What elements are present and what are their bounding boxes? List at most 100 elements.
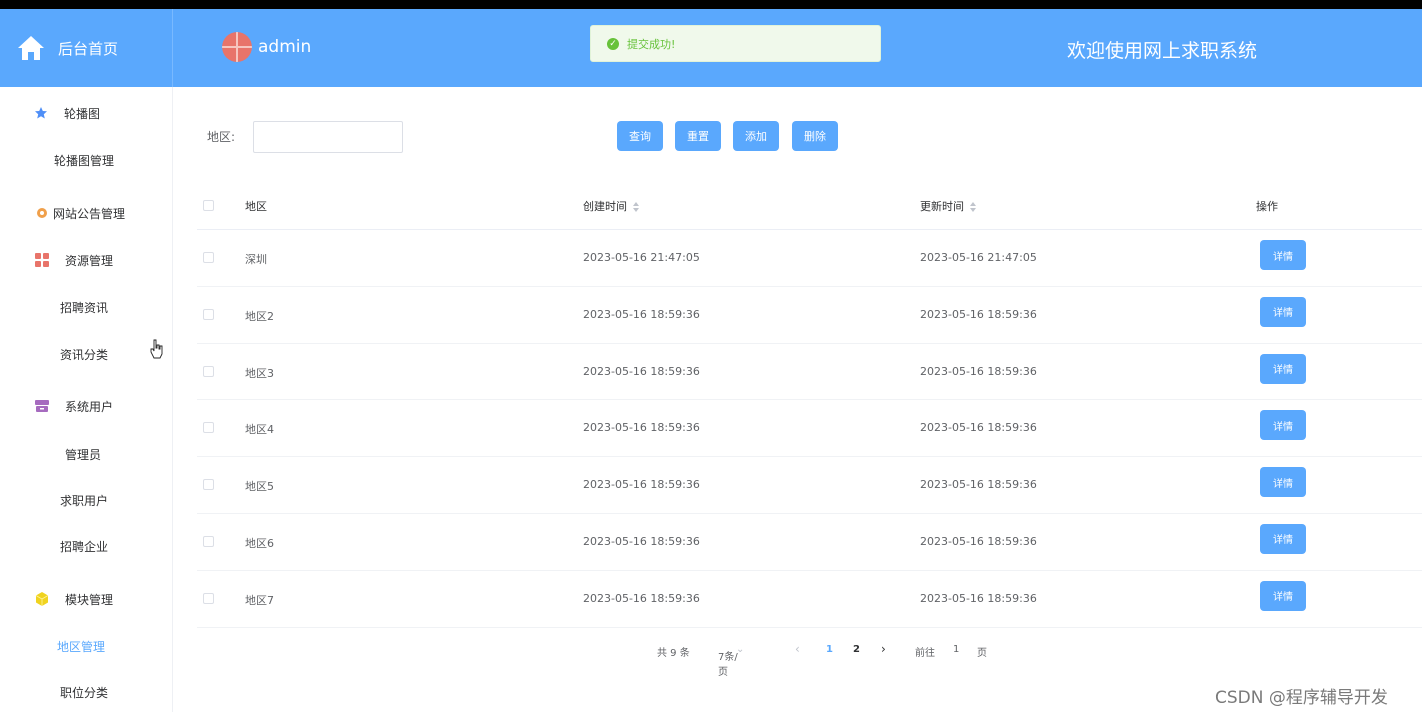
page-1[interactable]: 1 <box>826 644 833 655</box>
select-all-checkbox[interactable] <box>203 200 214 211</box>
row-checkbox[interactable] <box>203 422 214 434</box>
sidebar-item-label: 系统用户 <box>65 399 114 414</box>
cell-updated: 2023-05-16 18:59:36 <box>920 534 1037 548</box>
sidebar: 轮播图 轮播图管理 网站公告管理 资源管理 招聘资讯 资讯分类 系统用户 管理员… <box>0 87 173 712</box>
column-actions: 操作 <box>1256 200 1278 213</box>
goto-suffix: 页 <box>977 648 987 659</box>
add-button[interactable]: 添加 <box>733 121 779 151</box>
cell-region: 地区6 <box>245 536 274 550</box>
row-checkbox[interactable] <box>203 479 214 491</box>
row-checkbox[interactable] <box>203 308 214 320</box>
sort-icon[interactable] <box>970 202 976 212</box>
cell-created: 2023-05-16 18:59:36 <box>583 534 700 548</box>
cell-updated: 2023-05-16 18:59:36 <box>920 591 1037 605</box>
table-row: 地区3 2023-05-16 18:59:36 2023-05-16 18:59:3… <box>197 344 1422 401</box>
sidebar-item-carousel-manage[interactable]: 轮播图管理 <box>0 140 172 180</box>
region-filter-input[interactable] <box>253 121 403 153</box>
sort-icon[interactable] <box>633 202 639 212</box>
hand-cursor-icon <box>150 339 163 359</box>
row-checkbox[interactable] <box>203 252 214 263</box>
row-checkbox[interactable] <box>203 592 214 604</box>
column-label: 创建时间 <box>583 200 627 213</box>
sidebar-item-companies[interactable]: 招聘企业 <box>0 526 172 566</box>
cell-created: 2023-05-16 18:59:36 <box>583 364 700 378</box>
check-circle-icon: ✓ <box>607 37 619 50</box>
detail-button[interactable]: 详情 <box>1260 523 1306 554</box>
column-created[interactable]: 创建时间 <box>583 198 639 214</box>
detail-button[interactable]: 详情 <box>1260 240 1306 270</box>
cell-region: 深圳 <box>245 253 267 266</box>
sidebar-item-news-category[interactable]: 资讯分类 <box>0 334 172 374</box>
cube-icon <box>35 592 49 606</box>
region-table: 地区 创建时间 更新时间 操作 深圳 2023-05-16 21:47:05 202… <box>197 179 1422 628</box>
region-filter-label: 地区: <box>207 130 236 144</box>
cell-updated: 2023-05-16 18:59:36 <box>920 478 1037 492</box>
sidebar-item-label: 资源管理 <box>65 253 114 268</box>
cell-region: 地区3 <box>245 366 274 380</box>
detail-button[interactable]: 详情 <box>1260 353 1306 384</box>
table-row: 地区2 2023-05-16 18:59:36 2023-05-16 18:59:3… <box>197 287 1422 344</box>
sidebar-item-notices[interactable]: 网站公告管理 <box>0 191 172 235</box>
sidebar-item-job-categories[interactable]: 职位分类 <box>0 672 172 712</box>
delete-button[interactable]: 删除 <box>792 121 838 151</box>
watermark: CSDN @程序辅导开发 <box>1215 688 1388 708</box>
sidebar-item-admins[interactable]: 管理员 <box>0 434 172 474</box>
sidebar-item-label: 模块管理 <box>65 592 114 607</box>
sidebar-item-carousel[interactable]: 轮播图 <box>0 91 172 135</box>
sidebar-item-label: 轮播图管理 <box>54 153 115 168</box>
page-size-select[interactable]: 7条/页 ⌄ <box>718 644 744 678</box>
goto-page-input[interactable]: 1 <box>953 644 959 655</box>
cell-region: 地区4 <box>245 423 274 437</box>
sidebar-item-label: 网站公告管理 <box>53 206 126 221</box>
top-strip <box>0 0 1422 9</box>
column-updated[interactable]: 更新时间 <box>920 198 976 214</box>
cell-region: 地区5 <box>245 480 274 494</box>
cell-created: 2023-05-16 18:59:36 <box>583 591 700 605</box>
column-label: 更新时间 <box>920 200 964 213</box>
page-2[interactable]: 2 <box>853 644 860 655</box>
archive-icon <box>35 400 49 412</box>
page-size-value: 7条/页 <box>718 652 738 678</box>
sidebar-item-job-news[interactable]: 招聘资讯 <box>0 287 172 327</box>
brand-home-link[interactable]: 后台首页 <box>0 9 173 87</box>
sidebar-item-label: 轮播图 <box>64 106 101 121</box>
sidebar-item-modules[interactable]: 模块管理 <box>0 577 172 621</box>
detail-button[interactable]: 详情 <box>1260 296 1306 327</box>
detail-button[interactable]: 详情 <box>1260 580 1306 611</box>
user-menu[interactable]: admin <box>222 32 311 62</box>
table-header: 地区 创建时间 更新时间 操作 <box>197 179 1422 230</box>
query-button[interactable]: 查询 <box>617 121 663 151</box>
table-row: 地区6 2023-05-16 18:59:36 2023-05-16 18:59:3… <box>197 514 1422 571</box>
table-row: 地区7 2023-05-16 18:59:36 2023-05-16 18:59:3… <box>197 571 1422 628</box>
cell-updated: 2023-05-16 21:47:05 <box>920 251 1037 264</box>
sidebar-item-resources[interactable]: 资源管理 <box>0 238 172 282</box>
grid-icon <box>35 253 49 267</box>
success-toast: ✓ 提交成功! <box>590 25 881 62</box>
username: admin <box>258 37 312 57</box>
table-row: 地区4 2023-05-16 18:59:36 2023-05-16 18:59:3… <box>197 400 1422 458</box>
detail-button[interactable]: 详情 <box>1260 467 1306 498</box>
pagination: 共 9 条 7条/页 ⌄ ‹ 1 2 › 前往 1 页 <box>173 640 1422 678</box>
toast-message: 提交成功! <box>627 37 676 51</box>
cell-updated: 2023-05-16 18:59:36 <box>920 421 1037 435</box>
brand-label: 后台首页 <box>58 39 119 58</box>
sidebar-item-label: 资讯分类 <box>60 347 109 362</box>
avatar <box>222 32 252 62</box>
detail-button[interactable]: 详情 <box>1260 410 1306 441</box>
prev-page-button[interactable]: ‹ <box>795 642 800 656</box>
sidebar-item-regions[interactable]: 地区管理 <box>0 626 172 666</box>
sidebar-item-label: 管理员 <box>65 447 102 462</box>
cell-updated: 2023-05-16 18:59:36 <box>920 307 1037 321</box>
column-region: 地区 <box>245 200 267 213</box>
main-content: 地区: 查询 重置 添加 删除 地区 创建时间 更新时间 操作 深圳 2023-0… <box>173 87 1422 712</box>
table-body: 深圳 2023-05-16 21:47:05 2023-05-16 21:47:05… <box>197 230 1422 628</box>
cell-region: 地区7 <box>245 593 274 607</box>
sidebar-item-label: 职位分类 <box>60 685 109 700</box>
reset-button[interactable]: 重置 <box>675 121 721 151</box>
next-page-button[interactable]: › <box>881 642 886 656</box>
sidebar-item-system-users[interactable]: 系统用户 <box>0 384 172 428</box>
pagination-total: 共 9 条 <box>657 648 690 659</box>
sidebar-item-job-seekers[interactable]: 求职用户 <box>0 480 172 520</box>
row-checkbox[interactable] <box>203 365 214 377</box>
row-checkbox[interactable] <box>203 535 214 547</box>
